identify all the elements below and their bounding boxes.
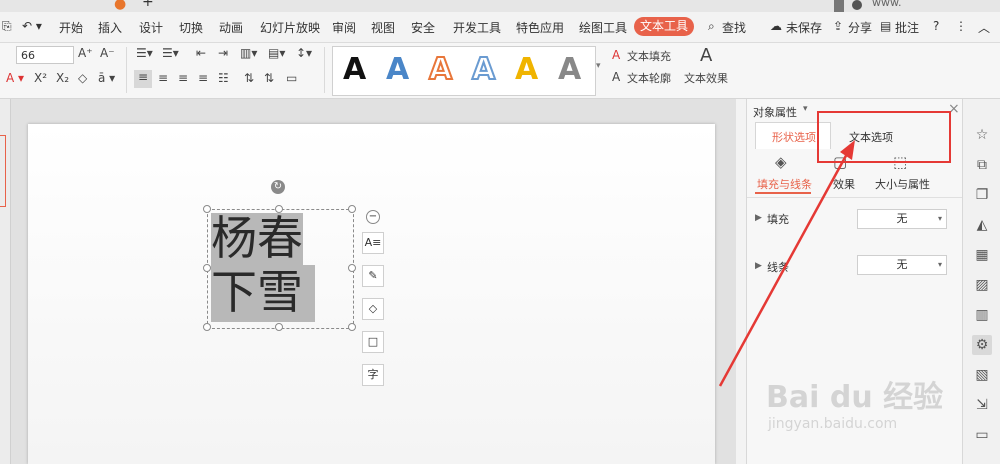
highlight-rectangle bbox=[817, 111, 951, 163]
baidu-watermark: Bai du 经验 jingyan.baidu.com bbox=[760, 350, 960, 450]
watermark-brand: Bai du 经验 bbox=[766, 380, 944, 415]
arrow-head bbox=[840, 140, 855, 160]
watermark-url: jingyan.baidu.com bbox=[768, 416, 898, 432]
